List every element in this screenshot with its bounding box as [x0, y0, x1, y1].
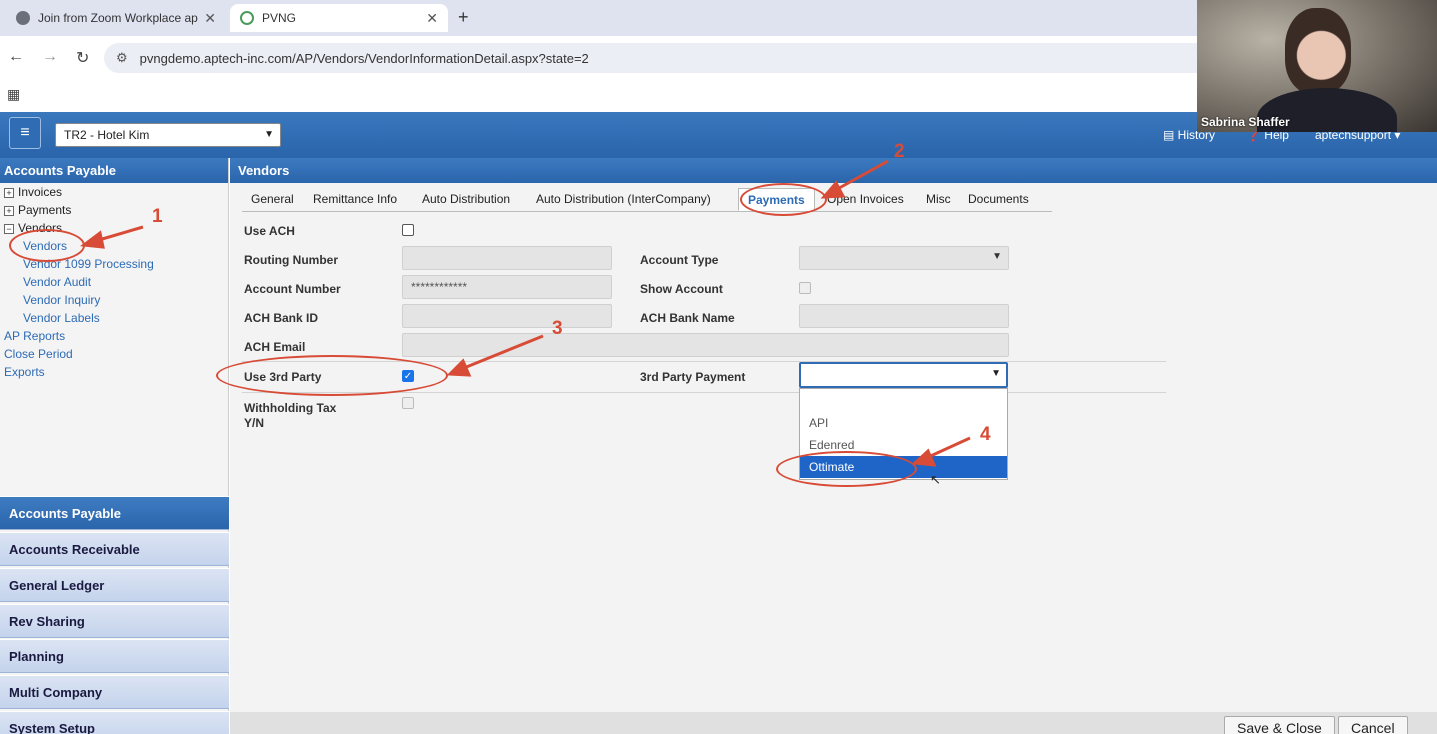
vendor-tabs: General Remittance Info Auto Distributio…: [242, 188, 1052, 212]
use-ach-label: Use ACH: [244, 224, 295, 238]
account-type-select[interactable]: ▼: [799, 246, 1009, 270]
tree-label: Payments: [18, 203, 72, 217]
sidebar-item-exports[interactable]: Exports: [4, 365, 45, 379]
tab-documents[interactable]: Documents: [959, 188, 1038, 211]
show-account-label: Show Account: [640, 282, 723, 296]
browser-tab-title: PVNG: [262, 11, 297, 25]
url-text: pvngdemo.aptech-inc.com/AP/Vendors/Vendo…: [139, 50, 589, 66]
sidebar-item-ap-reports[interactable]: AP Reports: [4, 329, 65, 343]
use-ach-checkbox[interactable]: [402, 224, 414, 236]
module-accounts-payable[interactable]: Accounts Payable: [0, 496, 229, 530]
chevron-down-icon: ▼: [992, 251, 1002, 262]
routing-number-input[interactable]: [402, 246, 612, 270]
participant-name: Sabrina Shaffer: [1201, 115, 1290, 129]
back-icon[interactable]: ←: [8, 48, 24, 66]
option-api[interactable]: API: [800, 412, 1007, 434]
tree-label: Invoices: [18, 185, 63, 199]
tab-open-invoices[interactable]: Open Invoices: [818, 188, 913, 211]
tab-auto-distribution-intercompany[interactable]: Auto Distribution (InterCompany): [527, 188, 720, 211]
module-general-ledger[interactable]: General Ledger: [0, 568, 229, 602]
site-settings-icon[interactable]: ⚙: [116, 50, 128, 66]
video-participant-tile: Sabrina Shaffer: [1197, 0, 1437, 132]
tab-remittance-info[interactable]: Remittance Info: [304, 188, 406, 211]
browser-tab-zoom[interactable]: Join from Zoom Workplace app ✕: [6, 4, 226, 32]
annotation-number-4: 4: [980, 424, 991, 445]
new-tab-icon[interactable]: +: [458, 7, 469, 28]
annotation-number-1: 1: [152, 206, 163, 227]
tab-misc[interactable]: Misc: [917, 188, 960, 211]
account-number-label: Account Number: [244, 282, 341, 296]
annotation-circle-2: [740, 183, 827, 216]
close-icon[interactable]: ✕: [426, 10, 438, 27]
account-type-label: Account Type: [640, 253, 719, 267]
tab-auto-distribution[interactable]: Auto Distribution: [413, 188, 519, 211]
withholding-tax-label-2: Y/N: [244, 416, 265, 430]
withholding-tax-checkbox[interactable]: [402, 397, 414, 409]
apps-grid-icon[interactable]: ▦: [7, 86, 20, 103]
forward-icon[interactable]: →: [42, 48, 58, 66]
ach-email-label: ACH Email: [244, 340, 306, 354]
module-multi-company[interactable]: Multi Company: [0, 675, 229, 709]
show-account-checkbox[interactable]: [799, 282, 811, 294]
company-select-value: TR2 - Hotel Kim: [64, 128, 150, 142]
module-accounts-receivable[interactable]: Accounts Receivable: [0, 532, 229, 566]
module-planning[interactable]: Planning: [0, 639, 229, 673]
withholding-tax-label: Withholding Tax: [244, 401, 337, 415]
close-icon[interactable]: ✕: [204, 10, 216, 27]
annotation-number-2: 2: [894, 141, 905, 162]
tab-general[interactable]: General: [242, 188, 303, 211]
3rd-party-payment-select[interactable]: ▼: [799, 362, 1008, 388]
address-bar[interactable]: ⚙ pvngdemo.aptech-inc.com/AP/Vendors/Ven…: [104, 43, 1324, 73]
participant-head: [1285, 8, 1351, 94]
tree-payments[interactable]: + Payments: [4, 203, 71, 217]
sidebar-item-vendor-audit[interactable]: Vendor Audit: [23, 275, 91, 289]
sidebar-item-vendor-labels[interactable]: Vendor Labels: [23, 311, 100, 325]
annotation-circle-4: [776, 451, 917, 487]
ach-bank-id-label: ACH Bank ID: [244, 311, 319, 325]
routing-number-label: Routing Number: [244, 253, 338, 267]
module-rev-sharing[interactable]: Rev Sharing: [0, 604, 229, 638]
footer-bar: Save & Close Cancel: [230, 712, 1437, 734]
reload-icon[interactable]: ↻: [76, 48, 89, 68]
browser-tab-pvng[interactable]: PVNG ✕: [230, 4, 448, 32]
account-number-input[interactable]: ************: [402, 275, 612, 299]
expand-icon[interactable]: +: [4, 188, 14, 198]
ach-bank-id-input[interactable]: [402, 304, 612, 328]
annotation-circle-3: [216, 355, 448, 396]
collapse-icon[interactable]: −: [4, 224, 14, 234]
annotation-circle-1: [9, 229, 85, 262]
chevron-down-icon: ▼: [991, 368, 1001, 379]
module-system-setup[interactable]: System Setup: [0, 711, 229, 734]
hamburger-menu-icon[interactable]: ≡: [9, 117, 41, 149]
browser-tab-title: Join from Zoom Workplace app: [38, 11, 199, 25]
sidebar-title: Accounts Payable: [0, 158, 228, 183]
mouse-cursor-icon: ↖: [930, 472, 941, 487]
cancel-button[interactable]: Cancel: [1338, 716, 1408, 734]
main-panel: Vendors General Remittance Info Auto Dis…: [230, 158, 1437, 734]
sidebar-item-vendor-inquiry[interactable]: Vendor Inquiry: [23, 293, 100, 307]
globe-icon: [16, 11, 30, 25]
pvng-favicon-icon: [240, 11, 254, 25]
ach-bank-name-input[interactable]: [799, 304, 1009, 328]
page-title: Vendors: [230, 158, 1437, 183]
ach-bank-name-label: ACH Bank Name: [640, 311, 735, 325]
save-close-button[interactable]: Save & Close: [1224, 716, 1335, 734]
annotation-number-3: 3: [552, 318, 563, 339]
3rd-party-payment-label: 3rd Party Payment: [640, 370, 746, 384]
sidebar-item-close-period[interactable]: Close Period: [4, 347, 73, 361]
ach-email-input[interactable]: [402, 333, 1009, 357]
expand-icon[interactable]: +: [4, 206, 14, 216]
tree-invoices[interactable]: + Invoices: [4, 185, 62, 199]
company-select[interactable]: TR2 - Hotel Kim ▼: [55, 123, 281, 147]
chevron-down-icon: ▼: [264, 129, 274, 140]
